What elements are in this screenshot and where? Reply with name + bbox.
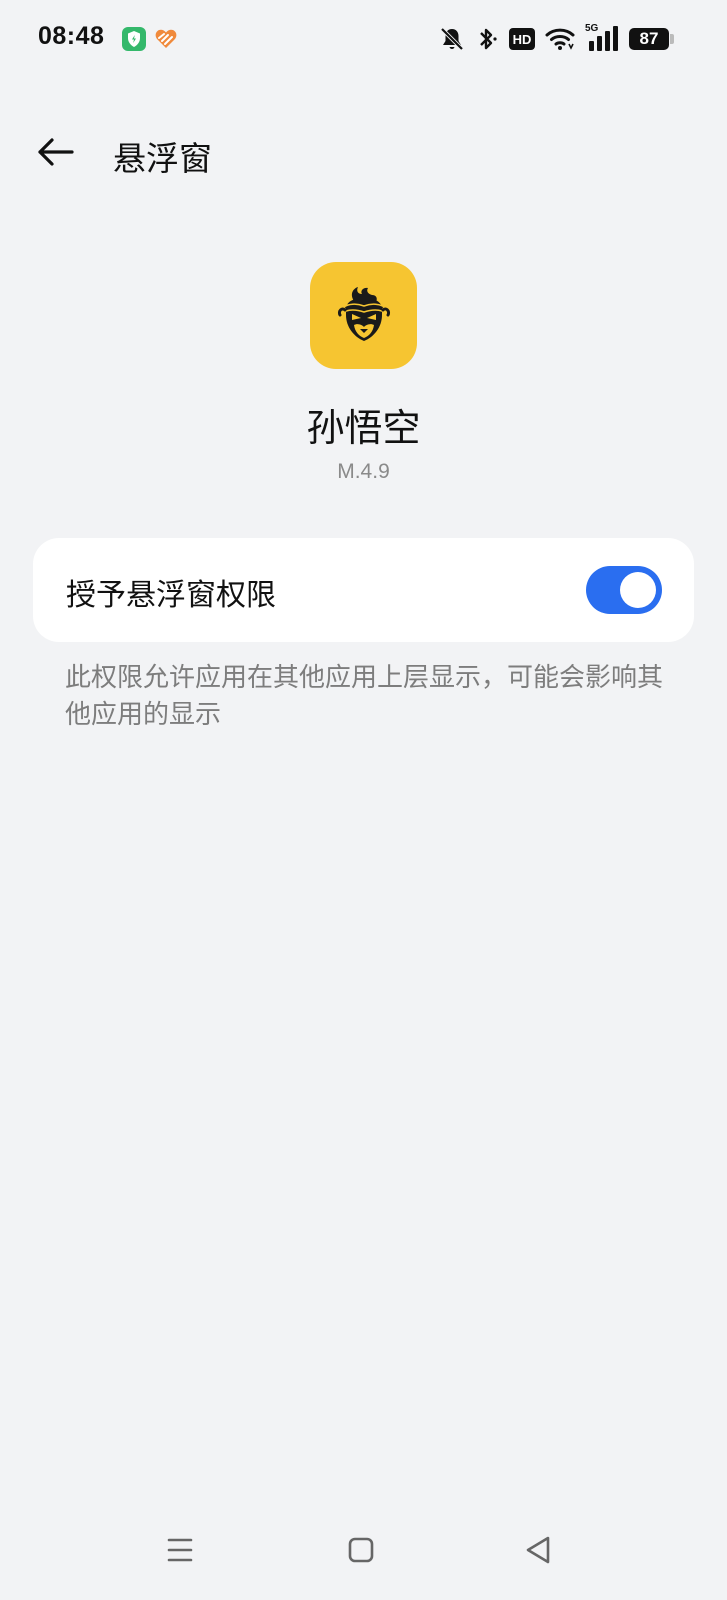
back-button[interactable]: [30, 130, 80, 174]
home-icon: [348, 1537, 374, 1563]
bell-off-icon: [439, 26, 465, 52]
bluetooth-icon: [475, 26, 499, 52]
permission-card[interactable]: 授予悬浮窗权限: [33, 538, 694, 642]
status-notification-icons: [122, 27, 178, 51]
status-system-icons: HD 5G 87: [439, 23, 674, 53]
menu-button[interactable]: [160, 1530, 200, 1570]
app-version: M.4.9: [337, 460, 390, 483]
toggle-knob: [620, 572, 656, 608]
status-bar: 08:48 HD 5G 87: [0, 0, 727, 80]
app-icon: [310, 262, 417, 369]
back-nav-button[interactable]: [518, 1530, 558, 1570]
menu-icon: [166, 1537, 194, 1563]
wifi-icon: [545, 27, 575, 51]
page-title: 悬浮窗: [113, 139, 212, 178]
arrow-left-icon: [35, 136, 75, 168]
navigation-bar: [0, 1530, 727, 1580]
permission-label: 授予悬浮窗权限: [66, 578, 276, 613]
header: 悬浮窗: [0, 118, 727, 188]
permission-toggle[interactable]: [586, 566, 662, 614]
shield-app-icon: [122, 27, 146, 51]
back-triangle-icon: [524, 1535, 552, 1565]
monkey-king-icon: [336, 285, 392, 347]
home-button[interactable]: [341, 1530, 381, 1570]
signal-icon: 5G: [585, 23, 619, 53]
status-time: 08:48: [38, 22, 105, 50]
hd-icon: HD: [509, 28, 535, 50]
app-name: 孙悟空: [306, 406, 421, 450]
heart-app-icon: [154, 27, 178, 51]
permission-description: 此权限允许应用在其他应用上层显示，可能会影响其他应用的显示: [65, 663, 664, 730]
battery-icon: 87: [629, 28, 674, 50]
